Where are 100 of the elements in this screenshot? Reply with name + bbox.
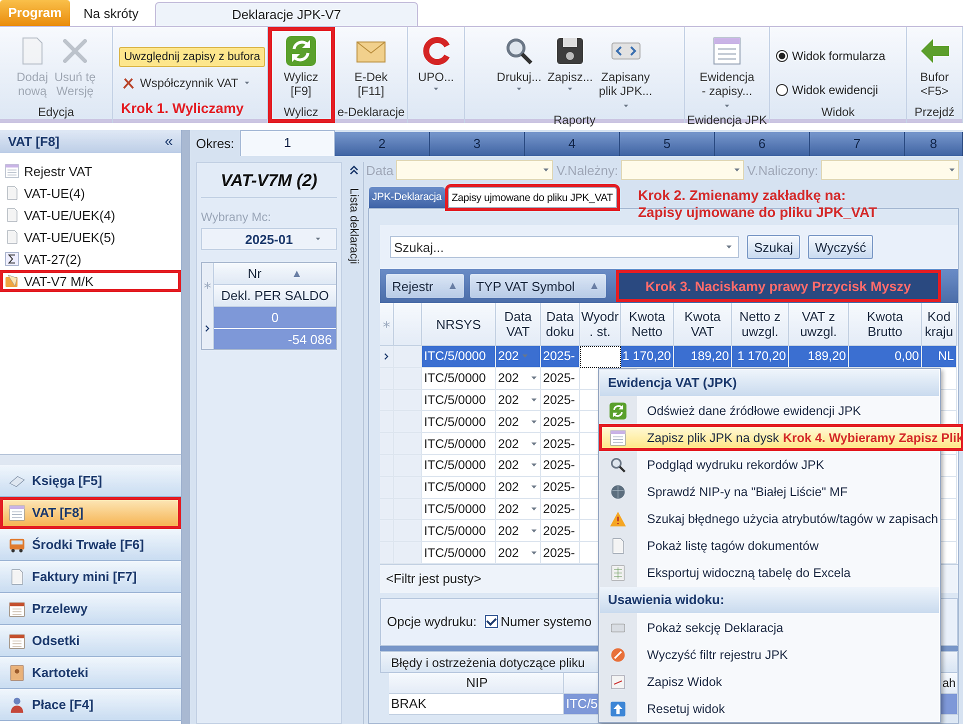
row-pointer-icon xyxy=(203,324,212,332)
table-cell: 202 xyxy=(498,392,519,407)
menu-item[interactable]: Sprawdź NIP-y na "Białej Liście" MF xyxy=(599,478,940,505)
combo-field[interactable] xyxy=(621,160,744,180)
sub-tab[interactable]: JPK-Deklaracja xyxy=(369,187,445,208)
sidebar-item[interactable]: Rejestr VAT xyxy=(0,160,181,182)
group-chip[interactable]: Rejestr ▲ xyxy=(386,274,464,298)
search-button[interactable]: Szukaj xyxy=(747,235,800,259)
search-button[interactable]: Wyczyść xyxy=(808,235,874,259)
ribbon-tab[interactable]: Deklaracje JPK-V7 xyxy=(155,2,418,26)
sort-indicator: ▲ xyxy=(588,280,600,292)
table-cell: 1 170,20 xyxy=(622,349,671,364)
sidebar-item[interactable]: VAT-UE(4) xyxy=(0,182,181,204)
nav-button[interactable]: VAT [F8] xyxy=(0,497,181,529)
table-cell: 2025- xyxy=(543,480,575,494)
menu-item[interactable]: Odśwież dane źródłowe ewidencji JPK xyxy=(599,397,940,424)
field-label: V.Naliczony: xyxy=(747,162,818,178)
table-cell: 2025- xyxy=(543,436,575,451)
step-note: Krok 1. Wyliczamy xyxy=(120,100,244,116)
calendar-icon xyxy=(8,600,26,618)
field-label: Opcje wydruku: xyxy=(387,614,477,630)
period-tab[interactable]: 3 xyxy=(430,132,525,156)
period-tab[interactable]: 6 xyxy=(715,132,810,156)
group-chip[interactable]: TYP VAT Symbol ▲ xyxy=(470,274,606,298)
search-field[interactable]: Szukaj... xyxy=(390,236,739,258)
group-label: e-Deklaracje xyxy=(337,105,405,121)
ribbon-button[interactable]: Bufor <F5> xyxy=(916,33,954,100)
period-tab[interactable]: 5 xyxy=(620,132,715,156)
column-header[interactable]: Nr ▲ xyxy=(214,263,336,285)
group-label: Raporty xyxy=(553,113,596,127)
period-tab[interactable]: 7 xyxy=(810,132,905,156)
dropdown-button[interactable]: Współczynnik VAT xyxy=(119,76,252,90)
ribbon-button[interactable]: Zapisz... xyxy=(544,33,596,96)
table-cell: ITC/5/0000 xyxy=(424,524,486,538)
table-cell: 202 xyxy=(498,524,519,538)
card-icon xyxy=(8,664,26,682)
sidebar-item[interactable]: VAT-UE/UEK(4) xyxy=(0,204,181,226)
table-cell: 202 xyxy=(498,371,519,386)
nav-button[interactable]: Płace [F4] xyxy=(0,689,181,721)
edit-icon xyxy=(609,672,627,690)
table-cell: ITC/5/0000 xyxy=(424,502,486,516)
menu-item[interactable]: Podgląd wydruku rekordów JPK xyxy=(599,451,940,478)
table-cell: ITC/5/0000 xyxy=(424,349,486,364)
nav-button[interactable]: Księga [F5] xyxy=(0,465,181,497)
nav-button[interactable]: Faktury mini [F7] xyxy=(0,561,181,593)
ribbon-button[interactable]: E-Dek [F11] xyxy=(351,33,391,100)
table-cell: ITC/5 xyxy=(566,696,598,712)
table-icon xyxy=(609,428,627,446)
step-note: Krok 2. Zmienamy zakładkę na: xyxy=(638,187,847,204)
ribbon-tab[interactable]: Na skróty xyxy=(70,2,152,26)
ribbon-button[interactable]: Wylicz [F9] xyxy=(280,33,322,100)
step-note: Zapisy ujmowane do pliku JPK_VAT xyxy=(638,204,878,221)
side-tab[interactable]: Lista deklaracji xyxy=(348,188,360,264)
month-dropdown[interactable]: 2025-01 xyxy=(201,228,337,250)
checkbox[interactable]: Numer systemo xyxy=(484,614,592,630)
sidebar-item[interactable]: VAT-V7 M/K xyxy=(0,270,181,292)
sort-indicator: ▲ xyxy=(291,268,302,280)
table-cell: 2025- xyxy=(543,392,575,407)
globe-icon xyxy=(609,482,627,500)
ribbon-button[interactable]: Ewidencja - zapisy... xyxy=(696,33,758,113)
menu-item[interactable]: Pokaż listę tagów dokumentów xyxy=(599,532,940,559)
table-cell: 2025- xyxy=(543,414,575,429)
period-tab[interactable]: 2 xyxy=(335,132,430,156)
table-cell: 202 xyxy=(498,502,519,516)
nav-button[interactable]: Środki Trwałe [F6] xyxy=(0,529,181,561)
toggle-button[interactable]: Uwzględnij zapisy z bufora xyxy=(119,46,266,66)
table-cell: NL xyxy=(938,349,954,364)
calendar-icon xyxy=(8,632,26,650)
menu-item[interactable]: Resetuj widok xyxy=(599,695,940,722)
menu-item[interactable]: Szukaj błędnego użycia atrybutów/tagów w zapisach xyxy=(599,505,940,532)
ribbon-button[interactable]: UPO... xyxy=(414,33,457,96)
table-cell: 202 xyxy=(498,414,519,429)
collapse-button[interactable]: « xyxy=(164,133,173,150)
combo-field[interactable] xyxy=(821,160,959,180)
page-icon xyxy=(4,185,20,201)
column-header[interactable]: NIP xyxy=(466,675,488,690)
radio-button[interactable]: Widok formularza xyxy=(776,49,886,63)
combo-field[interactable] xyxy=(396,160,554,180)
sort-indicator: ▲ xyxy=(447,280,458,292)
table-cell: BRAK xyxy=(391,696,426,712)
declaration-title: VAT-V7M (2) xyxy=(201,163,337,198)
sidebar-item[interactable]: VAT-27(2) xyxy=(0,248,181,270)
period-tab[interactable]: 4 xyxy=(525,132,620,156)
table-row[interactable]: ITC/5/0000 202 2025- 1 170,20 189,20 1 170,20 189,20 0,00 NL xyxy=(380,346,958,368)
splitter[interactable] xyxy=(182,130,190,724)
radio-button[interactable]: Widok ewidencji xyxy=(776,83,878,97)
splitter[interactable] xyxy=(0,455,181,465)
nav-button[interactable]: Przelewy xyxy=(0,593,181,625)
nav-button[interactable]: Kartoteki xyxy=(0,657,181,689)
column-header[interactable]: Dekl. PER SALDO xyxy=(214,285,336,307)
table-icon xyxy=(4,163,20,179)
nav-button[interactable]: Odsetki xyxy=(0,625,181,657)
menu-item[interactable]: Pokaż sekcję Deklaracja xyxy=(599,614,940,641)
period-tab[interactable]: 1 xyxy=(240,130,335,156)
period-tab[interactable]: 8 xyxy=(905,132,963,156)
ribbon-button[interactable]: Zapisany plik JPK... xyxy=(596,33,656,113)
ribbon-button[interactable]: Drukuj... xyxy=(494,33,544,96)
sub-tab[interactable]: Zapisy ujmowane do pliku JPK_VAT xyxy=(448,187,617,208)
refresh-icon xyxy=(285,35,317,67)
sidebar-item[interactable]: VAT-UE/UEK(5) xyxy=(0,226,181,248)
